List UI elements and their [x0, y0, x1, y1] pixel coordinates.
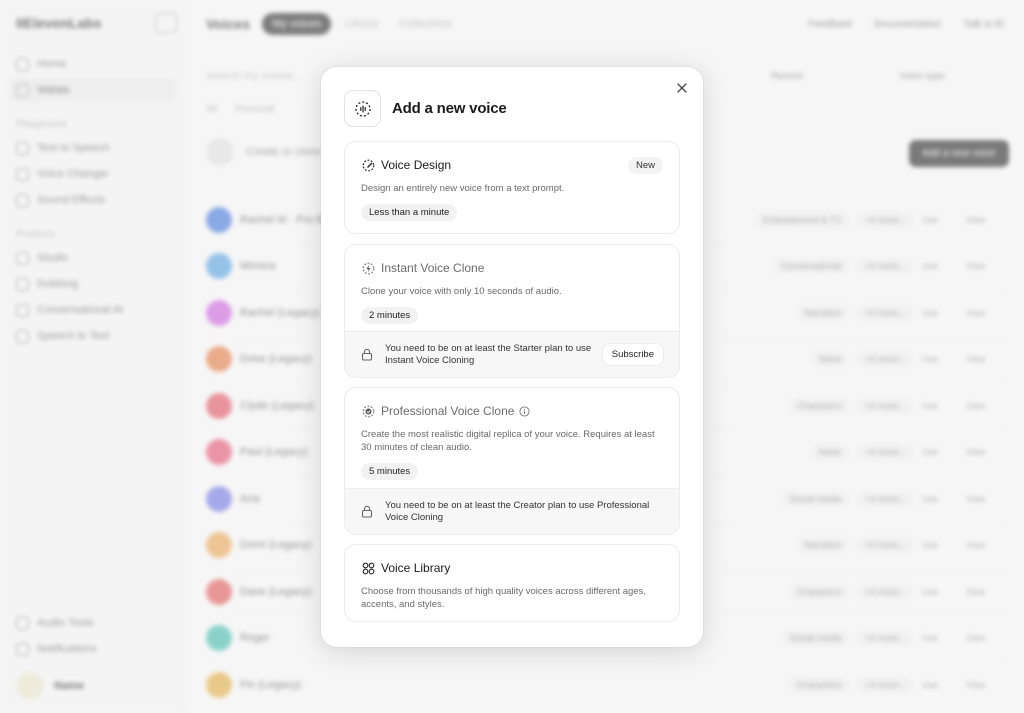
instant-clone-lock-message: You need to be on at least the Starter p…	[385, 342, 592, 366]
instant-clone-time: 2 minutes	[361, 307, 419, 324]
instant-voice-clone-card: Instant Voice Clone Clone your voice wit…	[344, 244, 680, 378]
new-badge: New	[627, 156, 663, 174]
voice-design-time: Less than a minute	[361, 204, 458, 221]
professional-voice-clone-card: Professional Voice Clone Create the most…	[344, 387, 680, 535]
lock-icon	[361, 505, 373, 518]
instant-clone-title: Instant Voice Clone	[381, 261, 485, 275]
voice-design-icon	[361, 158, 375, 172]
lock-icon	[361, 348, 373, 361]
instant-clone-upgrade-banner: You need to be on at least the Starter p…	[345, 331, 679, 377]
professional-clone-description: Create the most realistic digital replic…	[361, 429, 655, 453]
professional-clone-time: 5 minutes	[361, 463, 419, 480]
professional-clone-lock-message: You need to be on at least the Creator p…	[385, 499, 650, 523]
info-icon[interactable]	[519, 405, 530, 417]
professional-clone-title: Professional Voice Clone	[381, 404, 515, 418]
professional-clone-icon	[361, 404, 375, 418]
voice-design-description: Design an entirely new voice from a text…	[361, 183, 565, 194]
voice-design-title: Voice Design	[381, 158, 452, 172]
instant-clone-icon	[361, 261, 375, 275]
voice-waves-icon	[344, 90, 381, 127]
professional-clone-upgrade-banner: You need to be on at least the Creator p…	[345, 488, 679, 534]
voice-library-card[interactable]: Voice Library Choose from thousands of h…	[344, 544, 680, 622]
subscribe-button[interactable]: Subscribe	[602, 344, 663, 365]
close-icon	[677, 83, 687, 93]
voice-design-card[interactable]: Voice Design New Design an entirely new …	[344, 141, 680, 234]
modal-title: Add a new voice	[392, 100, 507, 117]
voice-library-description: Choose from thousands of high quality vo…	[361, 586, 646, 610]
voice-library-icon	[361, 561, 375, 575]
voice-library-title: Voice Library	[381, 561, 451, 575]
add-voice-modal: Add a new voice Voice Design New Design …	[321, 67, 703, 647]
close-button[interactable]	[673, 79, 691, 97]
instant-clone-description: Clone your voice with only 10 seconds of…	[361, 286, 562, 297]
modal-header: Add a new voice	[344, 90, 507, 127]
